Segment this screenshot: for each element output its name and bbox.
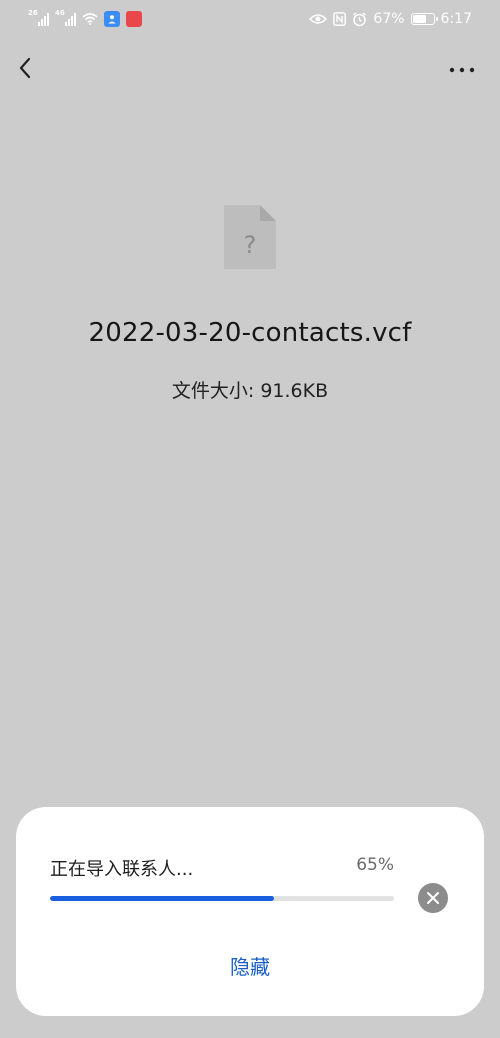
red-app-icon [126,11,142,27]
unknown-file-glyph: ? [244,231,257,259]
cancel-import-button[interactable] [418,883,448,913]
eye-icon [309,14,328,24]
signal-icon: 26 [28,9,49,26]
file-name: 2022-03-20-contacts.vcf [88,318,412,348]
wifi-icon [82,13,98,25]
file-size: 文件大小: 91.6KB [171,380,329,402]
import-percent: 65% [356,855,394,875]
status-bar: 26 46 67% 6:17 [0,0,500,38]
more-options-button[interactable] [442,48,482,88]
battery-fill [412,15,426,23]
close-circle-icon [427,892,439,904]
nfc-icon [333,12,347,26]
sim2-network-tag: 46 [55,9,65,17]
chevron-left-icon [19,57,31,79]
signal-icon-2: 46 [55,9,76,26]
more-dots-icon [449,67,475,73]
sim1-network-tag: 26 [28,9,38,17]
import-progress-sheet: 正在导入联系人... 65% 隐藏 [16,807,484,1016]
battery-percent: 67% [373,11,405,27]
top-nav [0,44,500,92]
status-bar-right: 67% 6:17 [309,11,472,27]
clock-time: 6:17 [440,11,472,27]
import-progress-bar [50,896,394,901]
hide-button[interactable]: 隐藏 [16,951,484,980]
status-bar-left: 26 46 [28,9,142,27]
battery-icon [410,13,438,25]
unknown-file-icon: ? [224,205,276,269]
contacts-app-icon [104,11,120,27]
alarm-icon [353,11,367,26]
back-button[interactable] [12,48,52,88]
import-status-text: 正在导入联系人... [50,859,194,880]
import-progress-fill [50,896,274,901]
